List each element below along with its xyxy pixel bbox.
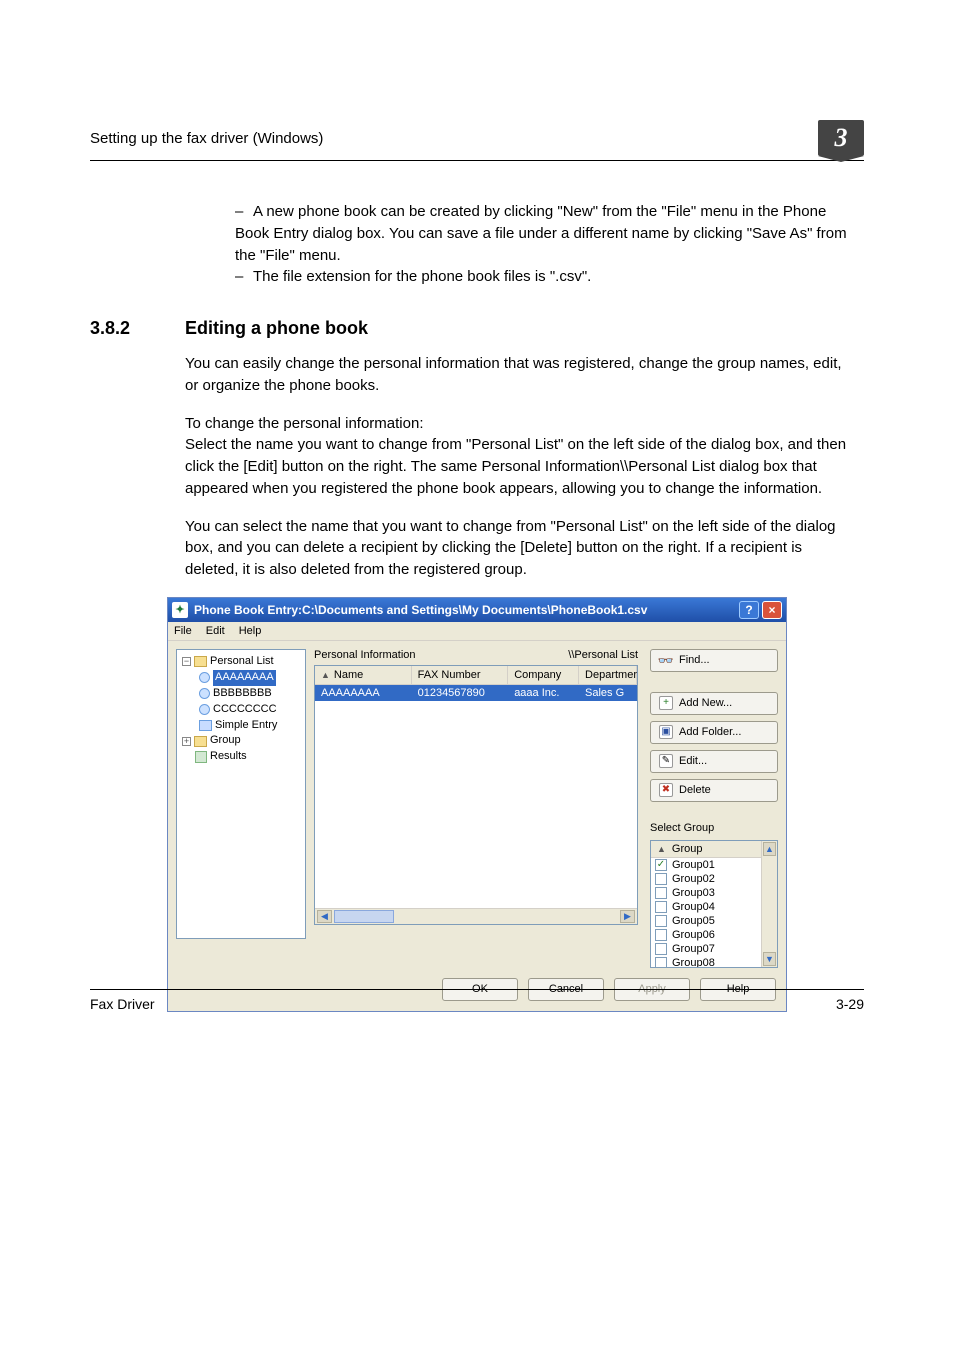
menu-help[interactable]: Help (239, 625, 262, 637)
section-title: Editing a phone book (185, 318, 368, 339)
menu-edit[interactable]: Edit (206, 625, 225, 637)
paragraph-2: To change the personal information: Sele… (185, 413, 854, 500)
tree-entry-bbb[interactable]: BBBBBBBB (179, 686, 303, 702)
group-item[interactable]: Group03 (651, 886, 777, 900)
tree-group[interactable]: + Group (179, 733, 303, 749)
find-button[interactable]: 👓 Find... (650, 649, 778, 672)
sort-ascending-icon: ▲ (321, 670, 330, 680)
close-window-button[interactable]: × (762, 601, 782, 619)
group-list[interactable]: ▲ Group ✓Group01Group02Group03Group04Gro… (650, 840, 778, 968)
paragraph-1: You can easily change the personal infor… (185, 353, 854, 397)
group-item[interactable]: Group06 (651, 928, 777, 942)
group-item-label: Group02 (672, 873, 715, 885)
footer-right: 3-29 (836, 996, 864, 1012)
vertical-scrollbar[interactable]: ▲ ▼ (761, 841, 777, 967)
help-window-button[interactable]: ? (739, 601, 759, 619)
footer-left: Fax Driver (90, 996, 155, 1012)
group-item[interactable]: Group08 (651, 956, 777, 968)
group-item[interactable]: Group02 (651, 872, 777, 886)
group-item-label: Group06 (672, 929, 715, 941)
window-title: Phone Book Entry:C:\Documents and Settin… (194, 603, 647, 617)
horizontal-scrollbar[interactable]: ◀ ▶ (315, 908, 637, 924)
group-item-label: Group04 (672, 901, 715, 913)
tree-view[interactable]: − Personal List AAAAAAAA BBBBBBBB CCCCCC… (176, 649, 306, 939)
label-select-group: Select Group (650, 822, 778, 834)
expand-icon[interactable]: + (182, 737, 191, 746)
checkbox[interactable] (655, 929, 667, 941)
add-folder-button[interactable]: ▣ Add Folder... (650, 721, 778, 744)
tree-entry-ccc[interactable]: CCCCCCCC (179, 702, 303, 718)
menu-bar[interactable]: File Edit Help (168, 622, 786, 641)
list-row-selected[interactable]: AAAAAAAA 01234567890 aaaa Inc. Sales G (315, 685, 637, 701)
checkbox[interactable] (655, 873, 667, 885)
checkbox[interactable] (655, 887, 667, 899)
tree-entry-aaa[interactable]: AAAAAAAA (179, 670, 303, 686)
group-item-label: Group03 (672, 887, 715, 899)
person-icon (199, 704, 210, 715)
group-item[interactable]: Group07 (651, 942, 777, 956)
app-icon: ✦ (172, 602, 188, 618)
edit-button[interactable]: ✎ Edit... (650, 750, 778, 773)
add-folder-icon: ▣ (659, 725, 673, 739)
window-titlebar[interactable]: ✦ Phone Book Entry:C:\Documents and Sett… (168, 598, 786, 622)
list-header[interactable]: ▲ Name FAX Number Company Departmer (315, 666, 637, 685)
menu-file[interactable]: File (174, 625, 192, 637)
tree-personal-list[interactable]: − Personal List (179, 654, 303, 670)
note-1: A new phone book can be created by click… (235, 203, 847, 264)
checkbox[interactable] (655, 915, 667, 927)
results-icon (195, 751, 207, 763)
running-header: Setting up the fax driver (Windows) (90, 130, 323, 147)
group-item[interactable]: Group05 (651, 914, 777, 928)
scroll-right-icon[interactable]: ▶ (620, 910, 635, 923)
group-item-label: Group07 (672, 943, 715, 955)
tree-simple-entry[interactable]: Simple Entry (179, 718, 303, 734)
scroll-down-icon[interactable]: ▼ (763, 952, 776, 966)
section-number: 3.8.2 (90, 318, 185, 339)
delete-icon: ✖ (659, 783, 673, 797)
scroll-up-icon[interactable]: ▲ (763, 842, 776, 856)
delete-button[interactable]: ✖ Delete (650, 779, 778, 802)
folder-icon (199, 720, 212, 731)
group-item-label: Group08 (672, 957, 715, 968)
checkbox[interactable] (655, 957, 667, 968)
checkbox[interactable] (655, 943, 667, 955)
scroll-left-icon[interactable]: ◀ (317, 910, 332, 923)
add-new-icon: + (659, 696, 673, 710)
group-item-label: Group01 (672, 859, 715, 871)
tree-results[interactable]: Results (179, 749, 303, 765)
group-item[interactable]: ✓ Group01 (651, 858, 777, 872)
binoculars-icon: 👓 (659, 653, 673, 667)
paragraph-3: You can select the name that you want to… (185, 516, 854, 581)
sort-ascending-icon: ▲ (657, 844, 666, 854)
add-new-button[interactable]: + Add New... (650, 692, 778, 715)
note-list: –A new phone book can be created by clic… (235, 201, 854, 288)
person-icon (199, 688, 210, 699)
list-view[interactable]: ▲ Name FAX Number Company Departmer AAAA… (314, 665, 638, 925)
group-item-label: Group05 (672, 915, 715, 927)
section-heading: 3.8.2 Editing a phone book (90, 318, 864, 339)
note-2: The file extension for the phone book fi… (253, 268, 591, 285)
folder-icon (194, 736, 207, 747)
checkbox[interactable] (655, 901, 667, 913)
scroll-thumb[interactable] (334, 910, 394, 923)
group-item[interactable]: Group04 (651, 900, 777, 914)
screenshot-phone-book-entry: ✦ Phone Book Entry:C:\Documents and Sett… (167, 597, 787, 1012)
label-personal-list-path: \\Personal List (568, 649, 638, 661)
person-icon (199, 672, 210, 683)
folder-icon (194, 656, 207, 667)
checkbox[interactable]: ✓ (655, 859, 667, 871)
chapter-number-badge: 3 (818, 120, 864, 156)
label-personal-info: Personal Information (314, 649, 416, 661)
edit-icon: ✎ (659, 754, 673, 768)
collapse-icon[interactable]: − (182, 657, 191, 666)
